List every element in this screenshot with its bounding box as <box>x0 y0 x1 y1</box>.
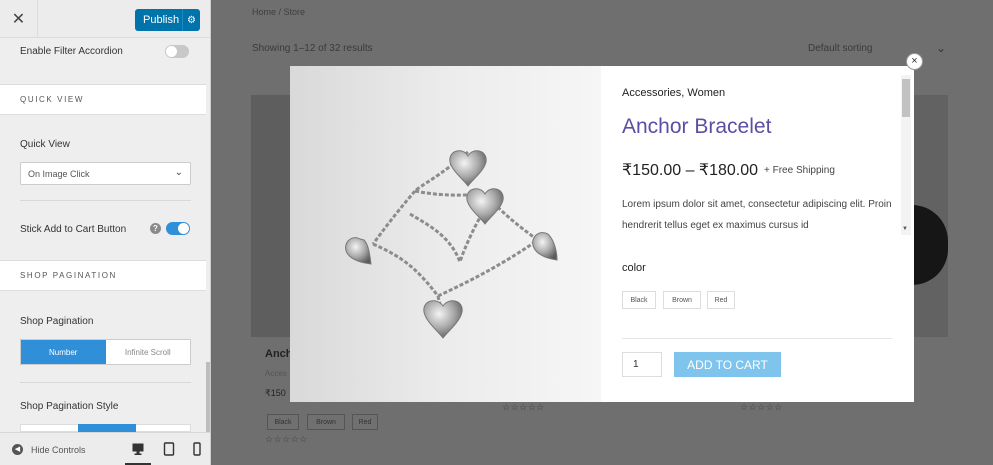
heart-charm <box>466 188 504 225</box>
color-option-red[interactable]: Red <box>707 291 735 309</box>
enable-filter-accordion-label: Enable Filter Accordion <box>20 46 123 57</box>
customizer-header: ✕ Publish ⚙ <box>0 0 210 38</box>
help-icon[interactable]: ? <box>150 223 161 234</box>
add-to-cart-button[interactable]: ADD TO CART <box>674 352 781 377</box>
product-description: Lorem ipsum dolor sit amet, consectetur … <box>622 199 892 231</box>
quick-view-section-header: QUICK VIEW <box>0 84 206 115</box>
star-rating: ☆☆☆☆☆ <box>265 434 308 444</box>
results-count: Showing 1–12 of 32 results <box>252 43 373 54</box>
bracelet-image <box>345 150 558 339</box>
tablet-icon[interactable] <box>163 442 175 456</box>
quick-view-section-title: QUICK VIEW <box>20 95 85 104</box>
pagination-style-selected[interactable] <box>78 424 136 432</box>
mobile-icon[interactable] <box>191 442 203 456</box>
chevron-down-icon[interactable]: ⌄ <box>936 41 946 55</box>
shop-pagination-section-title: SHOP PAGINATION <box>20 271 117 280</box>
product-image <box>290 66 601 402</box>
close-customizer-button[interactable]: ✕ <box>0 0 38 38</box>
color-option-brown[interactable]: Brown <box>663 291 701 309</box>
toggle-knob <box>166 46 177 57</box>
gear-icon[interactable]: ⚙ <box>182 9 200 31</box>
heart-charm <box>423 300 463 339</box>
divider <box>622 338 892 339</box>
customizer-panel: ✕ Publish ⚙ Enable Filter Accordion QUIC… <box>0 0 211 465</box>
modal-scrollbar-thumb[interactable] <box>902 79 910 117</box>
customizer-footer: ◀ Hide Controls <box>0 432 210 465</box>
heart-charm <box>449 150 487 187</box>
product-title[interactable]: Anch <box>265 348 293 360</box>
quick-view-selected-value: On Image Click <box>28 169 90 179</box>
hide-controls-button[interactable]: Hide Controls <box>31 445 86 455</box>
enable-filter-accordion-toggle[interactable] <box>165 45 189 58</box>
star-rating: ☆☆☆☆☆ <box>502 402 545 412</box>
hide-controls-icon[interactable]: ◀ <box>12 444 23 455</box>
pagination-option-infinite-scroll[interactable]: Infinite Scroll <box>106 340 191 364</box>
stick-add-to-cart-toggle[interactable] <box>166 222 190 235</box>
product-categories[interactable]: Accessories, Women <box>622 87 725 99</box>
color-swatch-red[interactable]: Red <box>352 414 378 430</box>
close-modal-button[interactable]: × <box>906 53 923 70</box>
shop-pagination-style-label: Shop Pagination Style <box>20 401 119 412</box>
sorting-select[interactable]: Default sorting <box>808 43 872 54</box>
heart-charm <box>532 232 558 261</box>
desktop-icon[interactable] <box>132 442 144 456</box>
color-option-black[interactable]: Black <box>622 291 656 309</box>
publish-button[interactable]: Publish ⚙ <box>135 9 200 31</box>
pagination-segmented-control: Number Infinite Scroll <box>20 339 191 365</box>
breadcrumb[interactable]: Home / Store <box>252 7 305 17</box>
divider <box>20 382 191 383</box>
color-label: color <box>622 262 646 274</box>
product-image[interactable] <box>251 95 291 337</box>
product-title: Anchor Bracelet <box>622 115 772 138</box>
color-swatch-black[interactable]: Black <box>267 414 299 430</box>
toggle-knob <box>178 223 189 234</box>
quantity-input[interactable]: 1 <box>622 352 662 377</box>
color-swatch-brown[interactable]: Brown <box>307 414 345 430</box>
quick-view-select[interactable]: On Image Click ⌄ <box>20 162 191 185</box>
stick-add-to-cart-label: Stick Add to Cart Button <box>20 224 127 235</box>
chevron-down-icon: ⌄ <box>174 167 183 178</box>
product-price: ₹150 <box>265 388 286 398</box>
shop-pagination-section-header: SHOP PAGINATION <box>0 260 206 291</box>
product-price: ₹150.00 – ₹180.00 <box>622 162 759 179</box>
product-category[interactable]: Acces <box>265 369 287 378</box>
pagination-option-number[interactable]: Number <box>21 340 106 364</box>
quick-view-label: Quick View <box>20 139 70 150</box>
scroll-down-arrow-icon[interactable]: ▼ <box>902 226 908 232</box>
shipping-note: + Free Shipping <box>764 165 835 176</box>
star-rating: ☆☆☆☆☆ <box>740 402 783 412</box>
panel-scrollbar[interactable] <box>206 362 210 432</box>
shop-pagination-label: Shop Pagination <box>20 316 94 327</box>
divider <box>20 200 191 201</box>
publish-label: Publish <box>143 14 180 26</box>
heart-charm <box>345 237 372 265</box>
